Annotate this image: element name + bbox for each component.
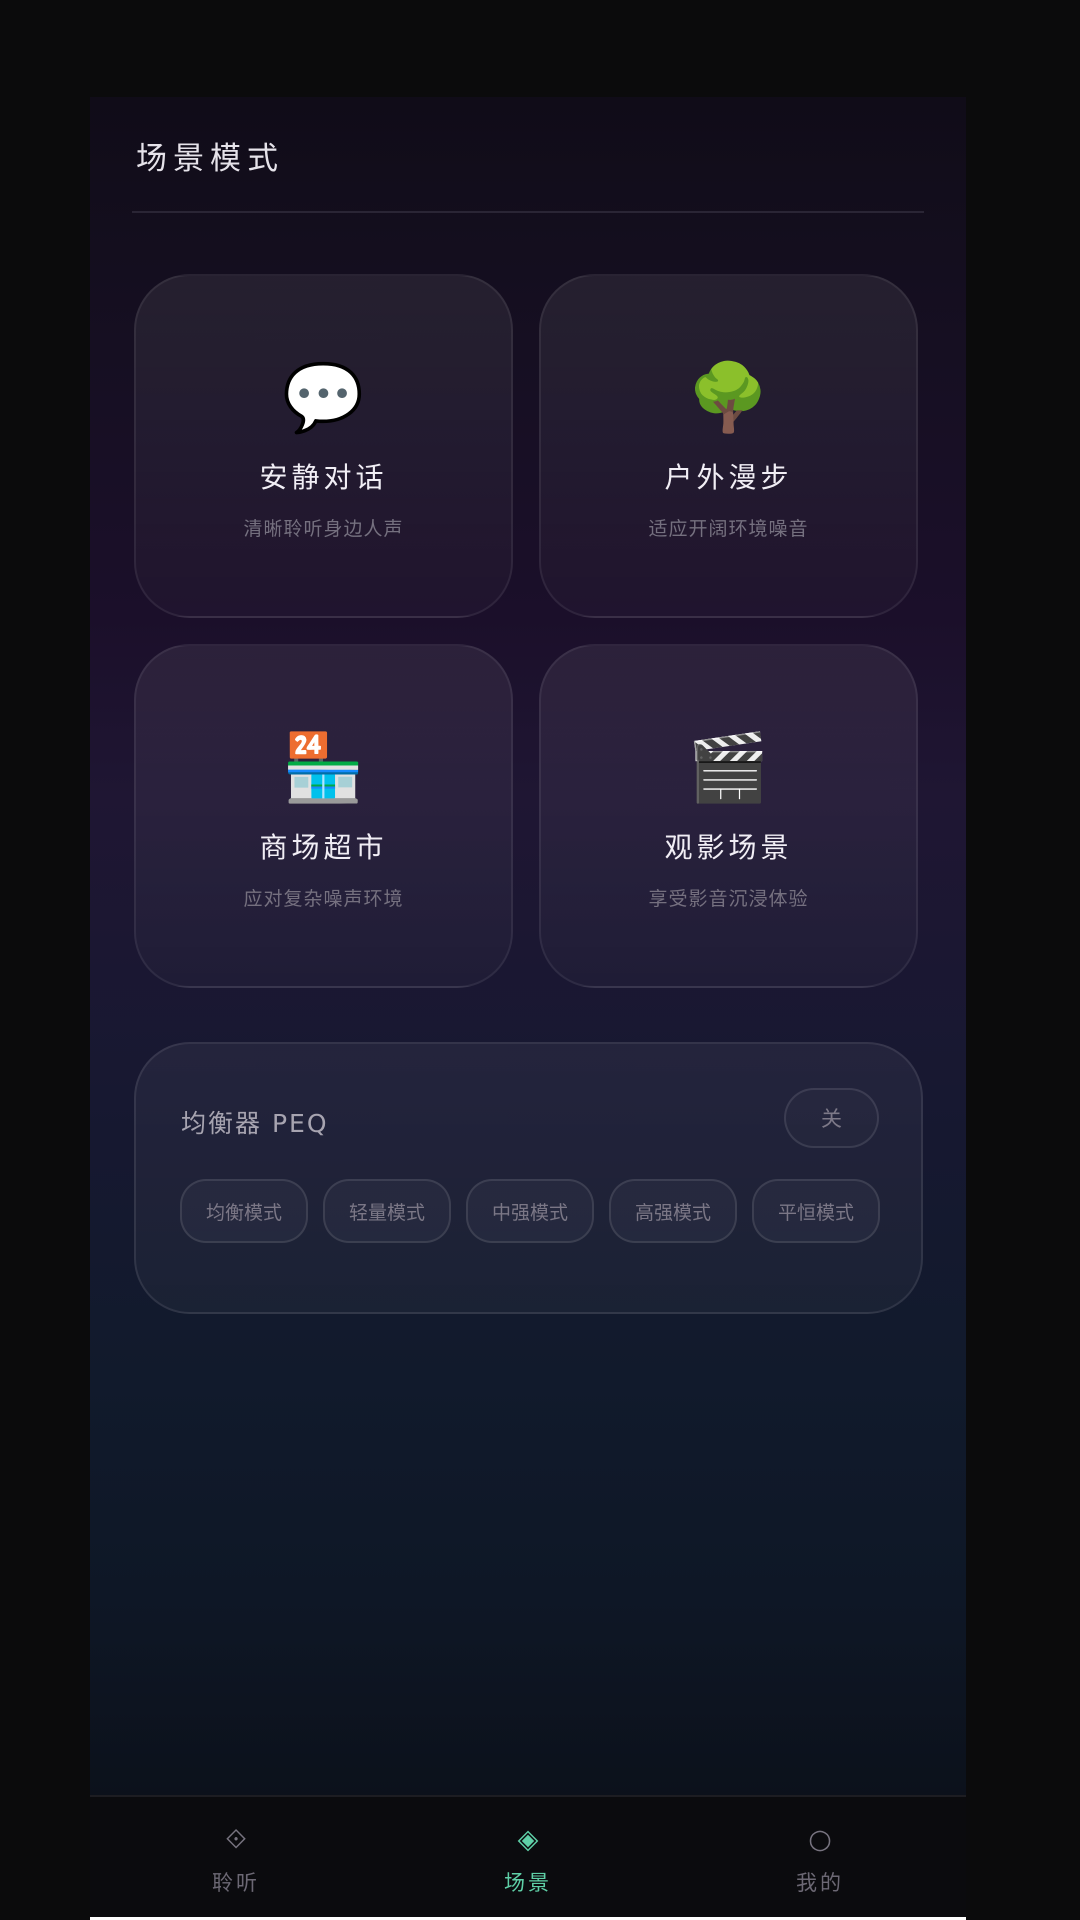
scene-description: 清晰聆听身边人声	[243, 518, 404, 540]
eq-mode-medium-button[interactable]: 中强模式	[466, 1179, 594, 1243]
eq-mode-constant-button[interactable]: 平恒模式	[752, 1179, 880, 1243]
convenience-store-icon: 🏪	[282, 729, 365, 806]
scene-card-quiet-conversation[interactable]: 💬 安静对话 清晰聆听身边人声	[134, 274, 513, 618]
scene-title: 安静对话	[259, 461, 388, 494]
header-divider	[132, 211, 924, 213]
tab-scene[interactable]: ◈ 场景	[382, 1797, 674, 1920]
app-screen: 场景模式 💬 安静对话 清晰聆听身边人声 🌳 户外漫步 适应开阔环境噪音 🏪 商…	[90, 97, 966, 1920]
scene-title: 观影场景	[664, 831, 793, 864]
diamond-dot-icon: ⟐	[225, 1824, 247, 1855]
scene-description: 适应开阔环境噪音	[648, 518, 809, 540]
clapperboard-icon: 🎬	[687, 729, 770, 806]
scene-card-mall-supermarket[interactable]: 🏪 商场超市 应对复杂噪声环境	[134, 644, 513, 988]
diamond-filled-icon: ◈	[517, 1824, 539, 1855]
eq-mode-high-button[interactable]: 高强模式	[609, 1179, 737, 1243]
equalizer-toggle-button[interactable]: 关	[784, 1088, 879, 1148]
scene-card-movie[interactable]: 🎬 观影场景 享受影音沉浸体验	[539, 644, 918, 988]
tab-label: 聆听	[212, 1871, 260, 1895]
scene-description: 享受影音沉浸体验	[648, 888, 809, 910]
equalizer-mode-list: 均衡模式 轻量模式 中强模式 高强模式 平恒模式	[180, 1179, 880, 1243]
circle-icon: ○	[808, 1824, 832, 1855]
scene-title: 商场超市	[259, 831, 388, 864]
speech-bubble-icon: 💬	[282, 359, 365, 436]
eq-mode-balanced-button[interactable]: 均衡模式	[180, 1179, 308, 1243]
tab-label: 我的	[796, 1871, 844, 1895]
equalizer-title: 均衡器 PEQ	[181, 1109, 329, 1138]
tab-listen[interactable]: ⟐ 聆听	[90, 1797, 382, 1920]
tab-label: 场景	[504, 1871, 552, 1895]
scene-description: 应对复杂噪声环境	[243, 888, 404, 910]
eq-mode-light-button[interactable]: 轻量模式	[323, 1179, 451, 1243]
bottom-tab-bar: ⟐ 聆听 ◈ 场景 ○ 我的	[90, 1795, 966, 1920]
tree-icon: 🌳	[687, 359, 770, 436]
scene-title: 户外漫步	[664, 461, 793, 494]
tab-mine[interactable]: ○ 我的	[674, 1797, 966, 1920]
equalizer-panel: 均衡器 PEQ 关 均衡模式 轻量模式 中强模式 高强模式 平恒模式	[134, 1042, 923, 1314]
page-title: 场景模式	[136, 141, 284, 177]
scene-card-outdoor-walk[interactable]: 🌳 户外漫步 适应开阔环境噪音	[539, 274, 918, 618]
